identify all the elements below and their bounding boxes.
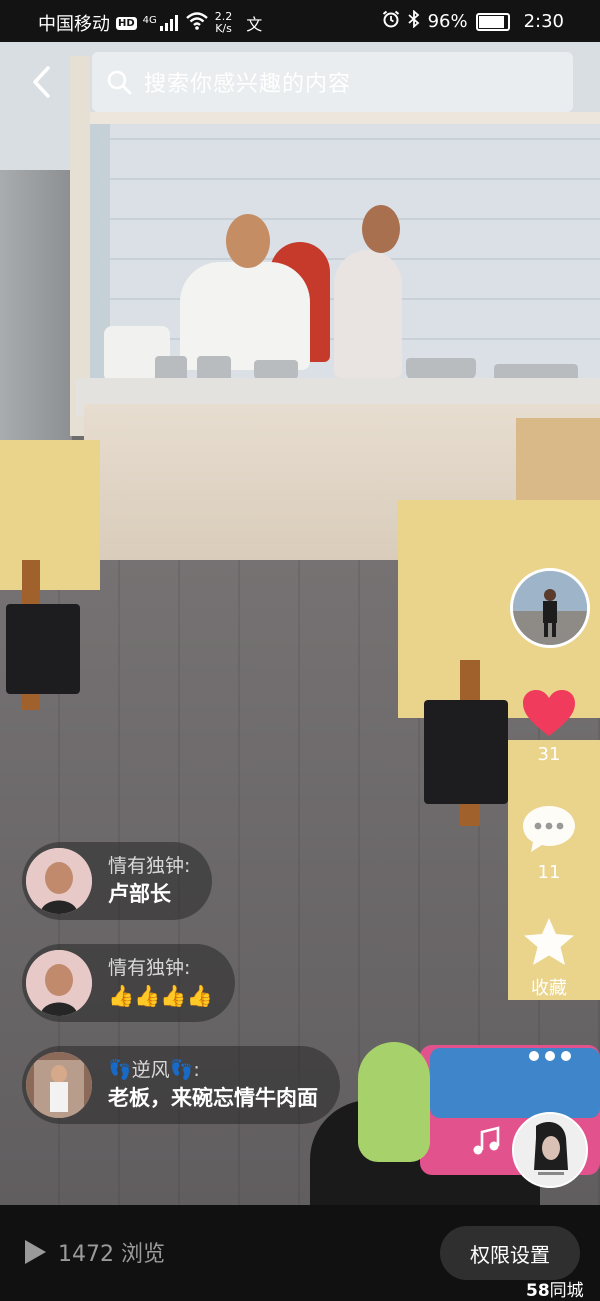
comment-username: 情有独钟: [108, 855, 191, 877]
cook-apron [334, 250, 402, 378]
comment-count: 11 [537, 862, 561, 883]
steel-cabinet [0, 170, 72, 440]
comment-body: 情有独钟: 👍👍👍👍 [108, 955, 213, 1011]
favorite-label: 收藏 [531, 978, 567, 999]
window-frame-top [70, 112, 600, 124]
comment-text: 老板，来碗忘情牛肉面 [108, 1086, 318, 1110]
more-options-button[interactable] [526, 1046, 574, 1066]
status-bar: 中国移动 HD 4G 2.2 K/s 文 96% 2:30 [0, 0, 600, 42]
battery-percent: 96% [427, 11, 468, 32]
network-speed: 2.2 K/s [215, 11, 233, 35]
comment-text: 👍👍👍👍 [108, 984, 213, 1008]
more-dots-icon [529, 1051, 571, 1061]
wok [406, 358, 476, 380]
comment-username: 👣逆风👣: [108, 1059, 200, 1081]
toy-panel [430, 1048, 600, 1118]
battery-fill [478, 15, 504, 28]
cook-white-jacket [180, 262, 310, 370]
avatar-image [513, 571, 587, 645]
comment-body: 情有独钟: 卢部长 [108, 853, 190, 909]
toy-figure [358, 1042, 430, 1162]
comment-item[interactable]: 👣逆风👣: 老板，来碗忘情牛肉面 [22, 1046, 340, 1124]
permission-settings-button[interactable]: 权限设置 [440, 1226, 580, 1280]
cook-head [362, 205, 400, 253]
bluetooth-icon [407, 9, 420, 33]
carrier-name: 中国移动 [38, 14, 110, 35]
music-disc[interactable] [512, 1112, 588, 1188]
play-icon [25, 1240, 46, 1264]
speed-unit: K/s [215, 22, 232, 35]
author-avatar[interactable] [510, 568, 590, 648]
network-type: 4G [142, 15, 157, 26]
comment-item[interactable]: 情有独钟: 卢部长 [22, 842, 213, 920]
commenter-avatar [26, 848, 92, 914]
trash-bin [424, 700, 508, 804]
hd-badge: HD [116, 16, 137, 30]
star-icon [524, 918, 574, 965]
comment-body: 👣逆风👣: 老板，来碗忘情牛肉面 [108, 1057, 318, 1113]
like-button[interactable]: 31 [514, 688, 584, 765]
view-count: 1472 浏览 [22, 1236, 165, 1268]
search-icon [107, 70, 132, 95]
wifi-icon [185, 11, 209, 35]
search-placeholder: 搜索你感兴趣的内容 [144, 72, 352, 97]
search-bar[interactable]: 搜索你感兴趣的内容 [92, 52, 573, 112]
comment-bubble-icon [523, 806, 575, 852]
table [0, 440, 100, 590]
commenter-avatar [26, 950, 92, 1016]
clock: 2:30 [523, 11, 564, 32]
comment-item[interactable]: 情有独钟: 👍👍👍👍 [22, 944, 235, 1022]
back-button[interactable] [26, 62, 58, 102]
battery-icon [475, 12, 510, 31]
view-count-text: 1472 浏览 [58, 1242, 165, 1267]
alarm-icon [382, 10, 400, 33]
cook-head [226, 214, 270, 268]
status-right: 96% 2:30 [382, 9, 564, 33]
chevron-left-icon [33, 66, 50, 98]
status-left: 中国移动 HD 4G 2.2 K/s 文 [38, 10, 262, 36]
comment-button[interactable]: 11 [514, 804, 584, 883]
music-note-icon [473, 1126, 500, 1155]
heart-icon [523, 690, 575, 736]
like-count: 31 [537, 744, 561, 765]
commenter-avatar [26, 1052, 92, 1118]
brand-logo: 58同城 [526, 1276, 584, 1301]
favorite-button[interactable]: 收藏 [514, 916, 584, 1000]
brand-number: 58 [526, 1281, 550, 1301]
brand-name: 同城 [549, 1281, 584, 1301]
signal-icon: 4G [143, 15, 179, 31]
translate-icon: 文 [246, 15, 263, 34]
music-disc-image [514, 1114, 586, 1186]
comment-username: 情有独钟: [108, 957, 191, 979]
table [516, 418, 600, 500]
trash-bin [6, 604, 80, 694]
comment-text: 卢部长 [108, 882, 171, 906]
